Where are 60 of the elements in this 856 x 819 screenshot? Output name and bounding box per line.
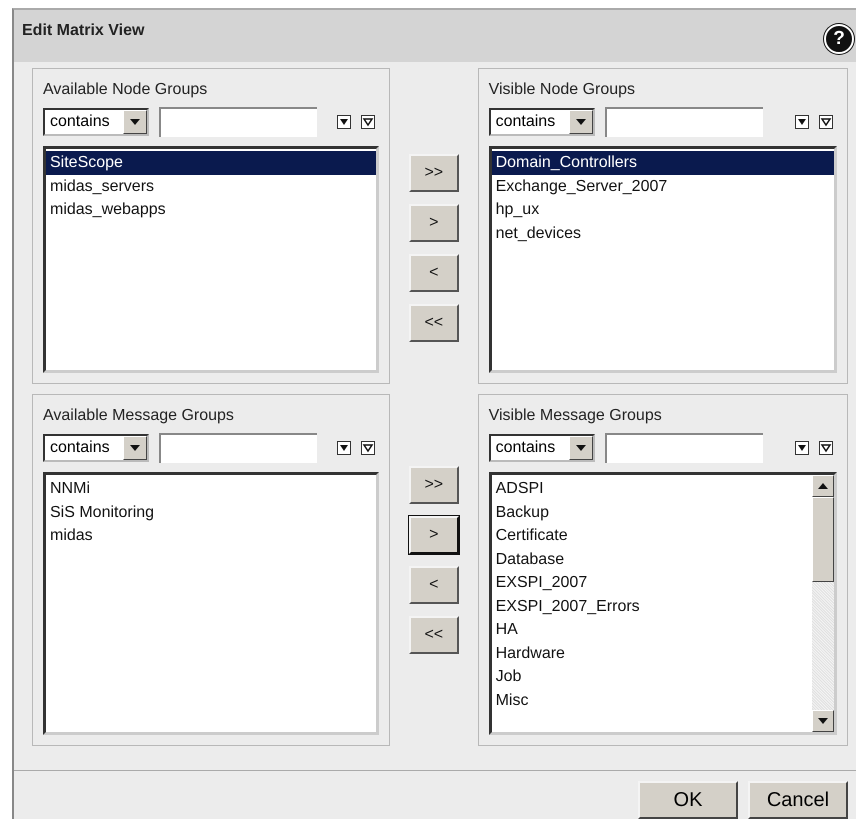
filter-icon[interactable] xyxy=(337,441,351,455)
list-item[interactable]: Hardware xyxy=(492,642,812,665)
filter-icon[interactable] xyxy=(795,115,809,129)
filter-outline-icon[interactable] xyxy=(819,115,833,129)
filter-field[interactable] xyxy=(159,433,317,463)
scroll-thumb[interactable] xyxy=(812,497,834,582)
filter-field[interactable] xyxy=(604,107,763,137)
cancel-button[interactable]: Cancel xyxy=(748,781,848,819)
caret-icon xyxy=(568,110,593,134)
move-button[interactable]: < xyxy=(408,566,459,604)
move-button[interactable]: > xyxy=(408,516,459,554)
list-item[interactable]: Domain_Controllers xyxy=(492,151,834,174)
move-button[interactable]: < xyxy=(408,254,459,292)
move-button[interactable]: << xyxy=(408,616,459,654)
list-item[interactable]: HA xyxy=(492,618,812,642)
move-button[interactable]: >> xyxy=(408,466,459,504)
panel-title: Available Node Groups xyxy=(43,81,208,99)
list-item[interactable]: SiS Monitoring xyxy=(46,500,376,524)
operator-dropdown[interactable]: contains xyxy=(43,434,149,462)
caret-icon xyxy=(123,110,147,134)
operator-dropdown[interactable]: contains xyxy=(43,108,149,136)
caret-icon xyxy=(123,436,147,460)
list-item[interactable]: net_devices xyxy=(492,222,834,245)
scroll-up-icon[interactable] xyxy=(812,475,834,497)
operator-dropdown[interactable]: contains xyxy=(488,108,595,136)
list-item[interactable]: Certificate xyxy=(492,524,812,548)
ok-button[interactable]: OK xyxy=(638,781,738,819)
filter-field[interactable] xyxy=(159,107,317,137)
filter-icon[interactable] xyxy=(795,441,809,455)
list-item[interactable]: SiteScope xyxy=(46,151,376,174)
panel-title: Available Message Groups xyxy=(43,407,235,425)
list-item[interactable]: Exchange_Server_2007 xyxy=(492,174,834,198)
scroll-down-icon[interactable] xyxy=(812,710,834,732)
window-title: Edit Matrix View xyxy=(22,22,144,40)
list-item[interactable]: Job xyxy=(492,665,812,688)
help-button[interactable]: ? xyxy=(824,24,854,54)
list-item[interactable]: NNMi xyxy=(46,477,376,500)
filter-field[interactable] xyxy=(604,433,763,463)
filter-outline-icon[interactable] xyxy=(361,441,375,455)
list-item[interactable]: Backup xyxy=(492,500,812,524)
filter-outline-icon[interactable] xyxy=(361,115,375,129)
list-item[interactable]: EXSPI_2007 xyxy=(492,571,812,594)
list-item[interactable]: midas xyxy=(46,524,376,548)
list-item[interactable]: midas_servers xyxy=(46,174,376,198)
list-item[interactable]: ADSPI xyxy=(492,477,812,500)
list-item[interactable]: hp_ux xyxy=(492,198,834,222)
panel-title: Visible Message Groups xyxy=(488,407,663,425)
panel-title: Visible Node Groups xyxy=(488,81,636,99)
operator-dropdown[interactable]: contains xyxy=(488,434,595,462)
move-button[interactable]: << xyxy=(408,304,459,342)
list-item[interactable]: Database xyxy=(492,548,812,571)
list-item[interactable]: EXSPI_2007_Errors xyxy=(492,594,812,618)
filter-icon[interactable] xyxy=(337,115,351,129)
move-button[interactable]: > xyxy=(408,204,459,242)
caret-icon xyxy=(568,436,593,460)
list-item[interactable]: Misc xyxy=(492,688,812,712)
move-button[interactable]: >> xyxy=(408,154,459,192)
scrollbar[interactable] xyxy=(812,475,834,732)
filter-outline-icon[interactable] xyxy=(819,441,833,455)
list-item[interactable]: midas_webapps xyxy=(46,198,376,222)
